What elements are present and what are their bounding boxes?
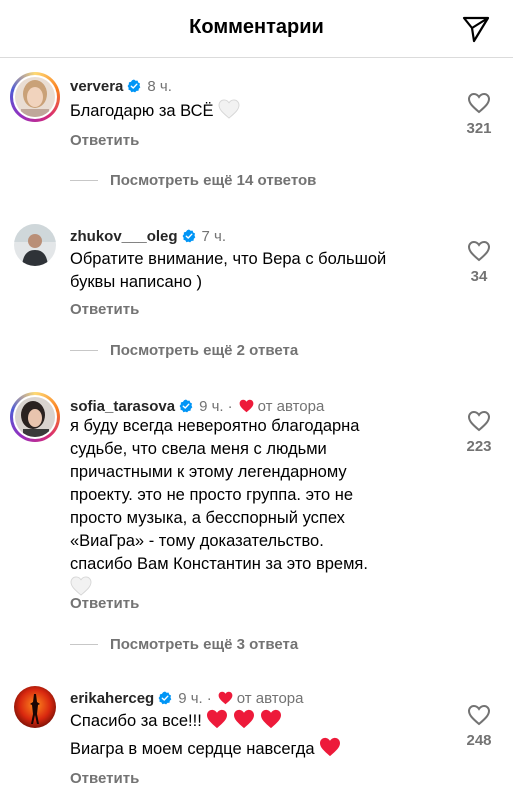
like-control: 34 bbox=[459, 240, 499, 285]
divider bbox=[70, 643, 98, 645]
separator-dot: · bbox=[227, 397, 233, 415]
username[interactable]: sofia_tarasova bbox=[70, 398, 175, 415]
header: Комментарии bbox=[0, 0, 513, 58]
comment-time: 9 ч. bbox=[178, 689, 203, 707]
heart-outline-icon[interactable] bbox=[467, 240, 491, 262]
comment-time: 7 ч. bbox=[201, 227, 227, 245]
white-heart-emoji-icon bbox=[70, 576, 92, 596]
comment-line: Спасибо за все!!! bbox=[70, 709, 450, 733]
comment-meta: erikaherceg 9 ч. · от автора bbox=[70, 688, 304, 708]
comment-line: спасибо Вам Константин за это время. bbox=[70, 555, 368, 573]
red-heart-emoji-icon bbox=[233, 709, 254, 729]
reply-button[interactable]: Ответить bbox=[70, 770, 139, 787]
white-heart-emoji-icon bbox=[218, 99, 240, 119]
avatar-zhukov-oleg[interactable] bbox=[14, 224, 56, 266]
verified-badge-icon bbox=[127, 79, 141, 93]
like-control: 223 bbox=[459, 410, 499, 455]
author-label: от автора bbox=[236, 689, 304, 707]
comment-text: Спасибо за все!!! Виагра в моем сердце н… bbox=[70, 709, 450, 761]
red-heart-emoji-icon bbox=[207, 709, 228, 729]
username[interactable]: erikaherceg bbox=[70, 690, 154, 707]
avatar-sofia-tarasova[interactable] bbox=[10, 392, 60, 442]
verified-badge-icon bbox=[182, 229, 195, 243]
comment-meta: sofia_tarasova 9 ч. · от автора bbox=[70, 396, 324, 416]
username[interactable]: ververa bbox=[70, 78, 123, 95]
author-heart-icon bbox=[218, 691, 233, 705]
divider bbox=[70, 349, 98, 351]
red-heart-emoji-icon bbox=[320, 737, 341, 757]
avatar-erikaherceg[interactable] bbox=[14, 686, 56, 728]
view-replies-label[interactable]: Посмотреть ещё 2 ответа bbox=[110, 342, 298, 359]
like-control: 248 bbox=[459, 704, 499, 749]
comment-line: проекту. это не просто группа. это не bbox=[70, 486, 354, 504]
view-replies[interactable]: Посмотреть ещё 14 ответов bbox=[70, 170, 316, 190]
heart-outline-icon[interactable] bbox=[467, 410, 491, 432]
like-count: 248 bbox=[466, 732, 492, 749]
comment-line: просто музыка, а бесспорный успех bbox=[70, 509, 345, 527]
view-replies-label[interactable]: Посмотреть ещё 14 ответов bbox=[110, 172, 316, 189]
username[interactable]: zhukov___oleg bbox=[70, 228, 178, 245]
like-count: 223 bbox=[466, 438, 492, 455]
separator-dot: · bbox=[206, 689, 212, 707]
comment-sofia-tarasova: sofia_tarasova 9 ч. · от автора я буду в… bbox=[0, 392, 513, 662]
avatar-ververa[interactable] bbox=[10, 72, 60, 122]
view-replies[interactable]: Посмотреть ещё 3 ответа bbox=[70, 634, 298, 654]
comment-line: Обратите внимание, что Вера с большой bbox=[70, 250, 387, 268]
like-control: 321 bbox=[459, 92, 499, 137]
like-count: 321 bbox=[466, 120, 492, 137]
author-heart-icon bbox=[239, 399, 253, 413]
comment-line: «ВиаГра» - тому доказательство. bbox=[70, 532, 324, 550]
comment-zhukov-oleg: zhukov___oleg 7 ч. Обратите внимание, чт… bbox=[0, 222, 513, 372]
divider bbox=[70, 179, 98, 181]
reply-button[interactable]: Ответить bbox=[70, 595, 139, 612]
comment-line: судьбе, что свела меня с людьми bbox=[70, 440, 327, 458]
comment-erikaherceg: erikaherceg 9 ч. · от автора Спасибо за … bbox=[0, 684, 513, 800]
reply-button[interactable]: Ответить bbox=[70, 132, 139, 149]
comment-line-text: Виагра в моем сердце навсегда bbox=[70, 740, 315, 758]
comment-line: буквы написано ) bbox=[70, 273, 202, 291]
comment-line: Виагра в моем сердце навсегда bbox=[70, 737, 450, 761]
heart-outline-icon[interactable] bbox=[467, 704, 491, 726]
heart-outline-icon[interactable] bbox=[467, 92, 491, 114]
comment-time: 9 ч. bbox=[199, 397, 224, 415]
comment-text: Благодарю за ВСЁ bbox=[70, 99, 450, 123]
red-heart-emoji-icon bbox=[260, 709, 281, 729]
view-replies[interactable]: Посмотреть ещё 2 ответа bbox=[70, 340, 298, 360]
like-count: 34 bbox=[470, 268, 488, 285]
reply-button[interactable]: Ответить bbox=[70, 301, 139, 318]
comment-text: Обратите внимание, что Вера с большой бу… bbox=[70, 248, 450, 294]
avatar-photo bbox=[15, 397, 55, 437]
send-icon[interactable] bbox=[461, 14, 491, 44]
comment-ververa: ververa 8 ч. Благодарю за ВСЁ Ответить 3… bbox=[0, 72, 513, 242]
comment-text: я буду всегда невероятно благодарна судь… bbox=[70, 415, 450, 600]
comment-line: Благодарю за ВСЁ bbox=[70, 102, 214, 120]
comment-line: причастными к этому легендарному bbox=[70, 463, 347, 481]
comment-line-text: Спасибо за все!!! bbox=[70, 712, 202, 730]
comment-meta: ververa 8 ч. bbox=[70, 76, 172, 96]
comment-line: я буду всегда невероятно благодарна bbox=[70, 417, 360, 435]
page-title: Комментарии bbox=[189, 16, 324, 38]
comment-meta: zhukov___oleg 7 ч. bbox=[70, 226, 226, 246]
view-replies-label[interactable]: Посмотреть ещё 3 ответа bbox=[110, 636, 298, 653]
verified-badge-icon bbox=[179, 399, 193, 413]
comment-time: 8 ч. bbox=[147, 77, 172, 95]
author-label: от автора bbox=[257, 397, 325, 415]
avatar-photo bbox=[15, 77, 55, 117]
verified-badge-icon bbox=[158, 691, 172, 705]
